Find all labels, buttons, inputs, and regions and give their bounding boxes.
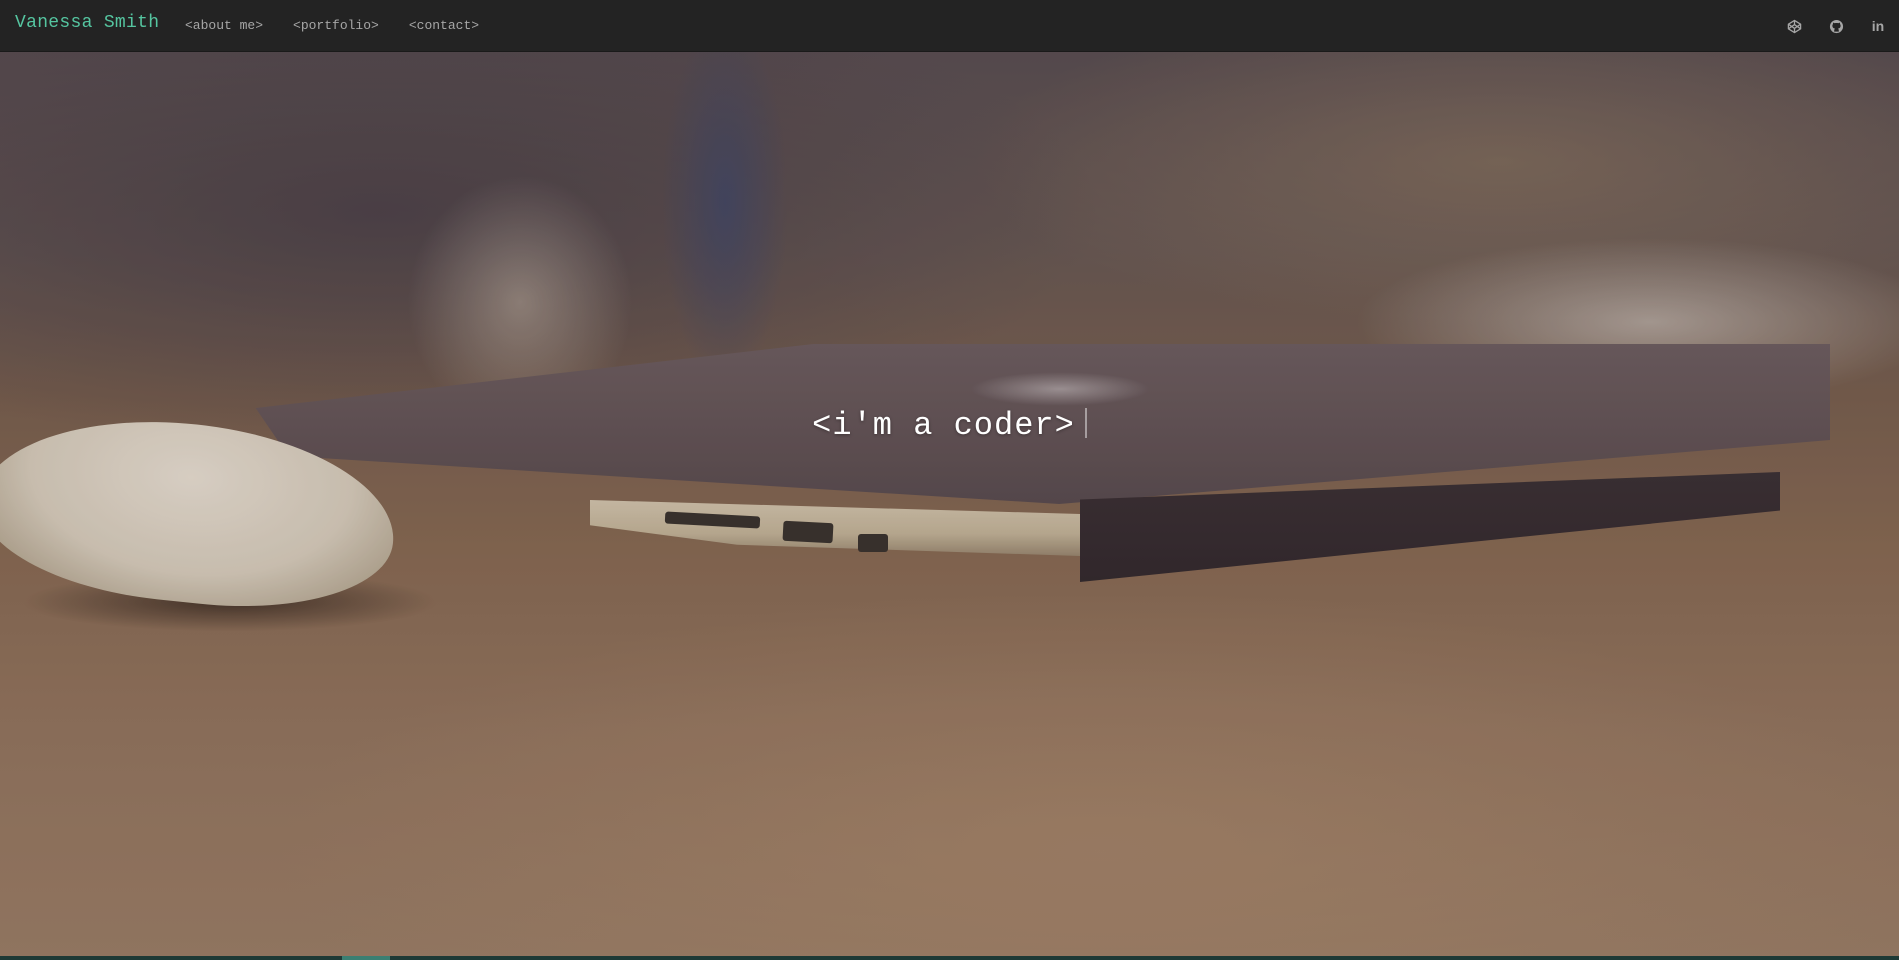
- nav-link-about-me[interactable]: <about me>: [185, 18, 263, 33]
- nav-link-portfolio[interactable]: <portfolio>: [293, 18, 379, 33]
- typing-cursor: [1084, 408, 1087, 438]
- nav-link-contact[interactable]: <contact>: [409, 18, 479, 33]
- hero-overlay: [0, 52, 1899, 956]
- social-links: in: [1773, 0, 1899, 52]
- github-link[interactable]: [1815, 0, 1857, 52]
- hero-headline-text: <i'm a coder>: [812, 407, 1075, 444]
- hero-section: [0, 52, 1899, 956]
- nav-links: <about me> <portfolio> <contact>: [185, 18, 479, 33]
- hero-headline: <i'm a coder>: [0, 407, 1899, 444]
- bottom-strip: [0, 956, 1899, 960]
- brand-link[interactable]: Vanessa Smith: [15, 13, 159, 33]
- linkedin-icon: in: [1871, 18, 1885, 34]
- codepen-icon: [1787, 19, 1802, 34]
- linkedin-link[interactable]: in: [1857, 0, 1899, 52]
- bottom-strip-accent: [342, 956, 390, 960]
- codepen-link[interactable]: [1773, 0, 1815, 52]
- github-icon: [1829, 19, 1844, 34]
- navbar: Vanessa Smith <about me> <portfolio> <co…: [0, 0, 1899, 52]
